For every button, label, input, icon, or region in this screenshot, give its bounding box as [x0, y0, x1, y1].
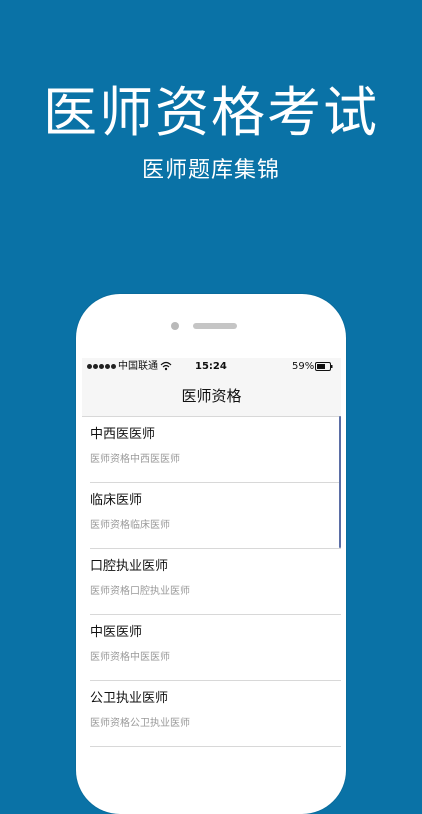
- promo-title: 医师资格考试: [43, 81, 379, 144]
- camera-dot: [171, 322, 179, 330]
- carrier-name: 中国联通: [118, 361, 158, 372]
- list-item-title: 临床医师: [90, 493, 143, 508]
- status-time: 15:24: [195, 361, 227, 372]
- scrollbar[interactable]: [339, 416, 341, 548]
- phone-screen: 中国联通 15:24 59% 医师资格 中西医医师 医师资格中西医医师 临床医师…: [82, 358, 341, 750]
- list-item-subtitle: 医师资格临床医师: [90, 520, 170, 531]
- list-item-title: 中医医师: [90, 625, 143, 640]
- battery-icon: [315, 362, 333, 371]
- nav-title: 医师资格: [181, 387, 242, 405]
- list-item[interactable]: 中西医医师 医师资格中西医医师: [90, 417, 341, 483]
- list-item-title: 口腔执业医师: [90, 559, 169, 574]
- list-item-subtitle: 医师资格公卫执业医师: [90, 718, 190, 729]
- list-item-subtitle: 医师资格中西医医师: [90, 454, 180, 465]
- list-item[interactable]: 口腔执业医师 医师资格口腔执业医师: [90, 549, 341, 615]
- wifi-icon: [160, 361, 172, 371]
- list-item[interactable]: 公卫执业医师 医师资格公卫执业医师: [90, 681, 341, 747]
- list-item-title: 中西医医师: [90, 427, 156, 442]
- list-item-title: 公卫执业医师: [90, 691, 169, 706]
- list-item-subtitle: 医师资格口腔执业医师: [90, 586, 190, 597]
- status-bar: 中国联通 15:24 59%: [82, 358, 341, 376]
- list-item[interactable]: 临床医师 医师资格临床医师: [90, 483, 341, 549]
- signal-strength-icon: [87, 364, 116, 369]
- battery-percentage: 59%: [292, 361, 315, 372]
- exam-list: 中西医医师 医师资格中西医医师 临床医师 医师资格临床医师 口腔执业医师 医师资…: [82, 417, 341, 747]
- nav-bar: 医师资格: [82, 376, 341, 417]
- speaker-grille: [193, 323, 237, 329]
- promo-subtitle: 医师题库集锦: [141, 158, 280, 183]
- list-item-subtitle: 医师资格中医医师: [90, 652, 170, 663]
- list-item[interactable]: 中医医师 医师资格中医医师: [90, 615, 341, 681]
